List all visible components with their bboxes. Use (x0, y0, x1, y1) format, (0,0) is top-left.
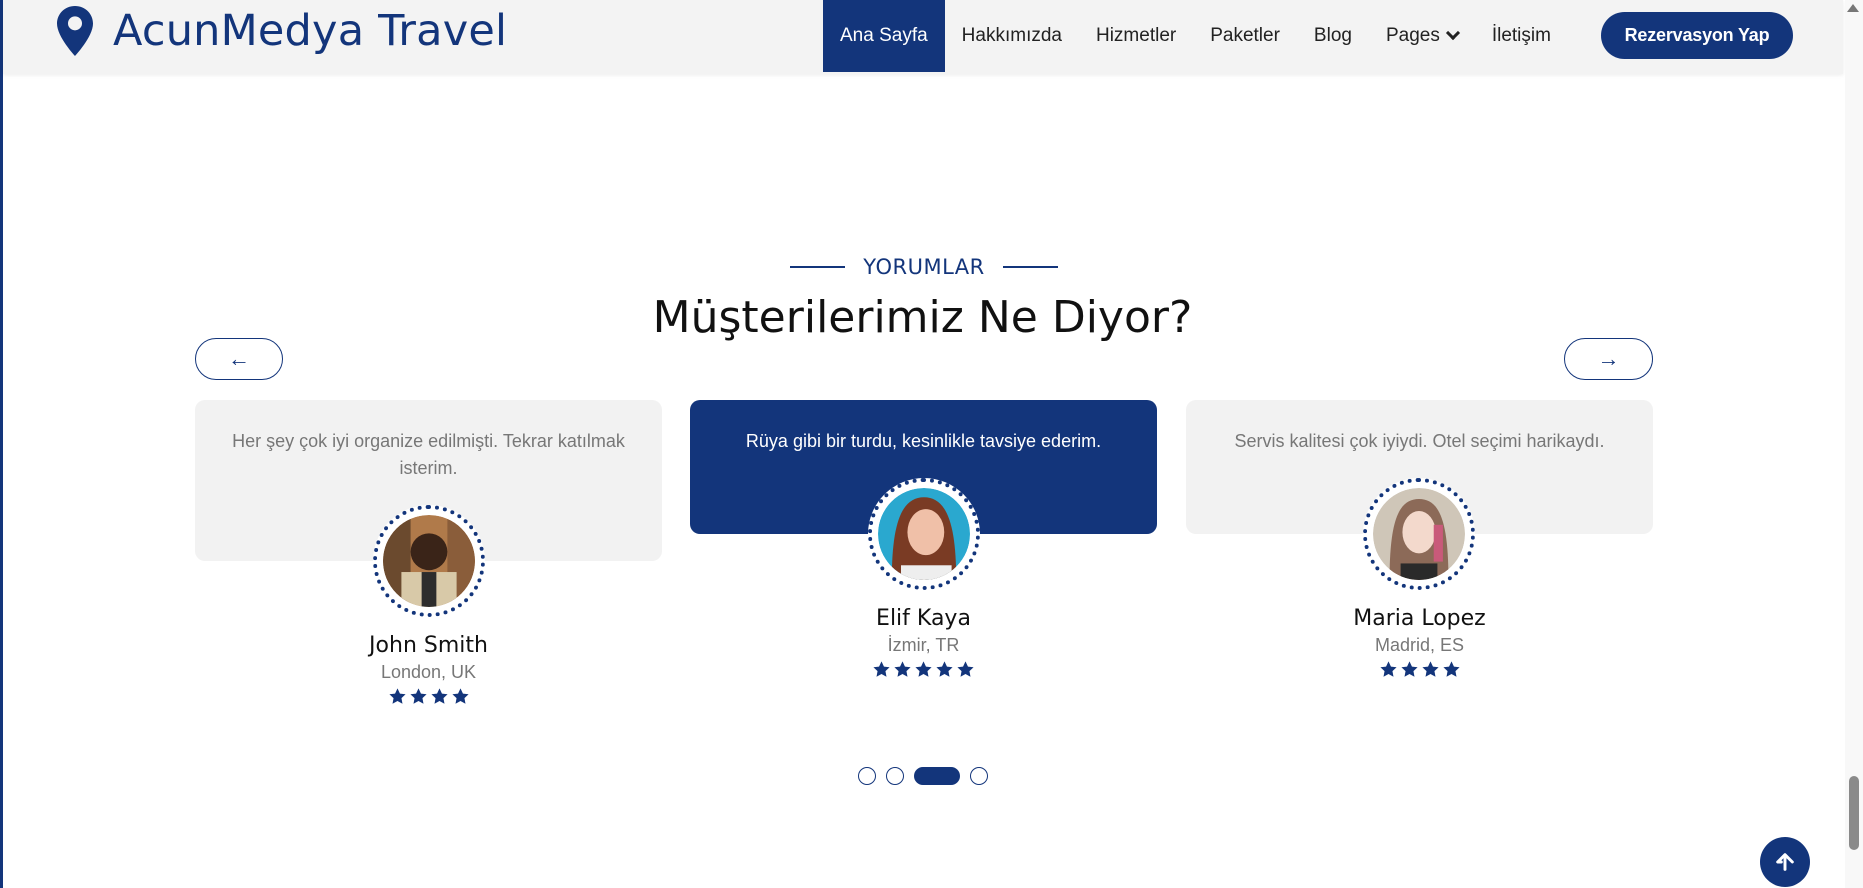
person-info: Maria Lopez Madrid, ES (1186, 606, 1653, 679)
avatar-image (1373, 488, 1465, 580)
star-icon (451, 688, 469, 704)
brand-logo[interactable]: AcunMedya Travel (55, 6, 507, 56)
nav-item-pages[interactable]: Pages (1369, 0, 1475, 72)
star-icon (1379, 661, 1397, 677)
carousel-prev-button[interactable]: ← (195, 338, 283, 380)
carousel-dot[interactable] (914, 767, 960, 785)
main-nav: Ana Sayfa Hakkımızda Hizmetler Paketler … (823, 0, 1568, 72)
carousel-dot[interactable] (886, 767, 904, 785)
section-title: Müşterilerimiz Ne Diyor? (652, 292, 1193, 343)
avatar-image (878, 488, 970, 580)
brand-name: AcunMedya Travel (113, 6, 508, 56)
eyebrow-text: YORUMLAR (863, 255, 985, 279)
page-scrollbar[interactable] (1845, 0, 1863, 888)
nav-item-blog[interactable]: Blog (1297, 0, 1369, 72)
nav-item-services[interactable]: Hizmetler (1079, 0, 1193, 72)
avatar-image (383, 515, 475, 607)
person-name: Elif Kaya (876, 606, 971, 631)
avatar (1363, 478, 1475, 590)
eyebrow-line-left (790, 266, 846, 268)
carousel-pagination (858, 767, 988, 785)
rating-stars (195, 687, 662, 706)
nav-item-packages[interactable]: Paketler (1193, 0, 1297, 72)
arrow-up-icon (1776, 853, 1794, 871)
navbar: AcunMedya Travel Ana Sayfa Hakkımızda Hi… (3, 0, 1843, 74)
map-pin-icon (57, 6, 93, 56)
person-name: John Smith (369, 633, 488, 658)
carousel-next-button[interactable]: → (1564, 338, 1653, 380)
star-icon (1421, 661, 1439, 677)
testimonial-quote: Rüya gibi bir turdu, kesinlikle tavsiye … (745, 431, 1102, 451)
nav-item-about[interactable]: Hakkımızda (945, 0, 1079, 72)
chevron-down-icon (1445, 25, 1460, 41)
avatar (868, 478, 980, 590)
star-icon (430, 688, 448, 704)
nav-item-home[interactable]: Ana Sayfa (823, 0, 945, 72)
avatar (373, 505, 485, 617)
star-icon (894, 661, 911, 677)
star-icon (957, 661, 974, 677)
arrow-left-icon: ← (228, 346, 250, 371)
rating-stars (690, 660, 1157, 679)
scroll-up-icon[interactable] (1847, 4, 1859, 12)
testimonial-quote: Servis kalitesi çok iyiydi. Otel seçimi … (1234, 431, 1605, 451)
back-to-top-button[interactable] (1760, 837, 1810, 887)
person-info: Elif Kaya İzmir, TR (690, 606, 1157, 679)
page-edge (0, 0, 3, 888)
star-icon (388, 688, 406, 704)
star-icon (873, 661, 890, 677)
person-location: London, UK (380, 662, 477, 682)
star-icon (409, 688, 427, 704)
person-location: Madrid, ES (1374, 635, 1465, 655)
star-icon (936, 661, 953, 677)
testimonial-quote: Her şey çok iyi organize edilmişti. Tekr… (232, 431, 625, 478)
star-icon (1442, 661, 1460, 677)
star-icon (1400, 661, 1418, 677)
section-eyebrow: YORUMLAR (790, 255, 1058, 279)
nav-item-contact[interactable]: İletişim (1475, 0, 1568, 72)
nav-item-pages-label: Pages (1385, 25, 1440, 46)
arrow-right-icon: → (1597, 346, 1620, 371)
star-icon (915, 661, 932, 677)
rating-stars (1186, 660, 1653, 679)
scrollbar-thumb[interactable] (1849, 776, 1859, 850)
carousel-dot[interactable] (970, 767, 988, 785)
reservation-button[interactable]: Rezervasyon Yap (1601, 12, 1793, 59)
person-location: İzmir, TR (887, 635, 960, 655)
carousel-dot[interactable] (858, 767, 876, 785)
person-name: Maria Lopez (1353, 606, 1486, 631)
eyebrow-line-right (1002, 266, 1058, 268)
person-info: John Smith London, UK (195, 633, 662, 706)
